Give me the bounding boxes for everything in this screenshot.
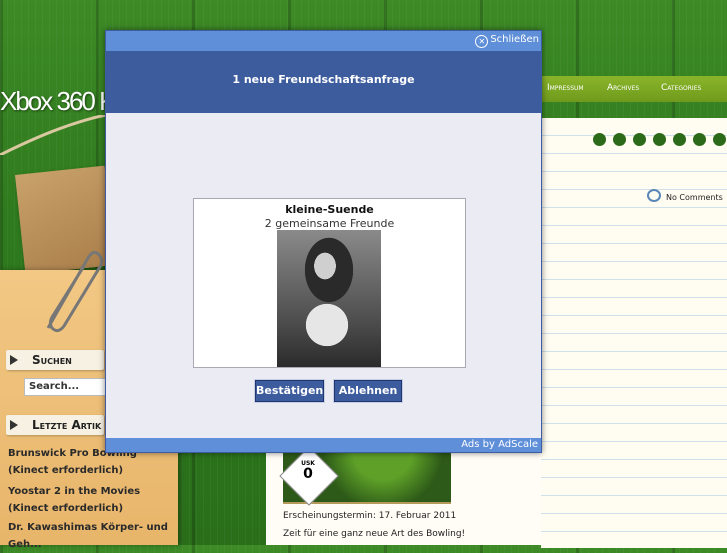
- decline-button[interactable]: Ablehnen: [333, 379, 403, 403]
- release-date: Erscheinungstermin: 17. Februar 2011: [283, 511, 457, 521]
- mutual-friends: 2 gemeinsame Freunde: [264, 217, 395, 230]
- modal-header: 1 neue Freundschaftsanfrage: [106, 51, 541, 113]
- friend-request-modal: ✕ Schließen 1 neue Freundschaftsanfrage k…: [105, 30, 542, 453]
- close-button[interactable]: ✕ Schließen: [475, 34, 539, 48]
- friend-name[interactable]: kleine-Suende: [194, 203, 465, 216]
- nav-archives[interactable]: Archives: [607, 83, 639, 93]
- modal-topbar: ✕ Schließen: [106, 31, 541, 51]
- notebook-content: [541, 118, 727, 548]
- recent-link[interactable]: Yoostar 2 in the Movies (Kinect erforder…: [8, 483, 176, 517]
- sidebar-heading-recent: Letzte Artik: [6, 415, 104, 435]
- confirm-button[interactable]: Bestätigen: [254, 379, 325, 403]
- friend-card: kleine-Suende 2 gemeinsame Freunde: [193, 198, 466, 368]
- comments-link[interactable]: No Comments: [666, 193, 723, 202]
- ads-link[interactable]: Ads by AdScale: [461, 439, 538, 450]
- modal-title: 1 neue Freundschaftsanfrage: [232, 73, 415, 86]
- nav-impressum[interactable]: Impressum: [547, 83, 584, 93]
- nav-categories[interactable]: Categories: [661, 83, 701, 93]
- recent-heading: Letzte Artik: [32, 418, 102, 432]
- site-title[interactable]: Xbox 360 K: [0, 86, 116, 117]
- rope-decoration: [0, 115, 110, 155]
- post-teaser: Zeit für eine ganz neue Art des Bowling!: [283, 529, 466, 539]
- modal-footer: Ads by AdScale: [106, 438, 541, 452]
- search-heading: Suchen: [32, 353, 72, 367]
- close-icon: ✕: [475, 35, 489, 48]
- arrow-icon: [10, 355, 18, 365]
- sidebar-heading-search: Suchen: [6, 350, 104, 370]
- comment-icon: [647, 189, 661, 202]
- paperclip-decoration: [46, 251, 104, 333]
- search-input[interactable]: Search...: [24, 378, 106, 396]
- nav-bar: Impressum Archives Categories: [541, 76, 727, 102]
- arrow-icon: [10, 420, 18, 430]
- usk-rating: 0: [303, 466, 313, 482]
- close-label: Schließen: [490, 34, 539, 45]
- recent-link[interactable]: Dr. Kawashimas Körper- und Geh...: [8, 519, 176, 553]
- profile-photo[interactable]: [277, 230, 381, 367]
